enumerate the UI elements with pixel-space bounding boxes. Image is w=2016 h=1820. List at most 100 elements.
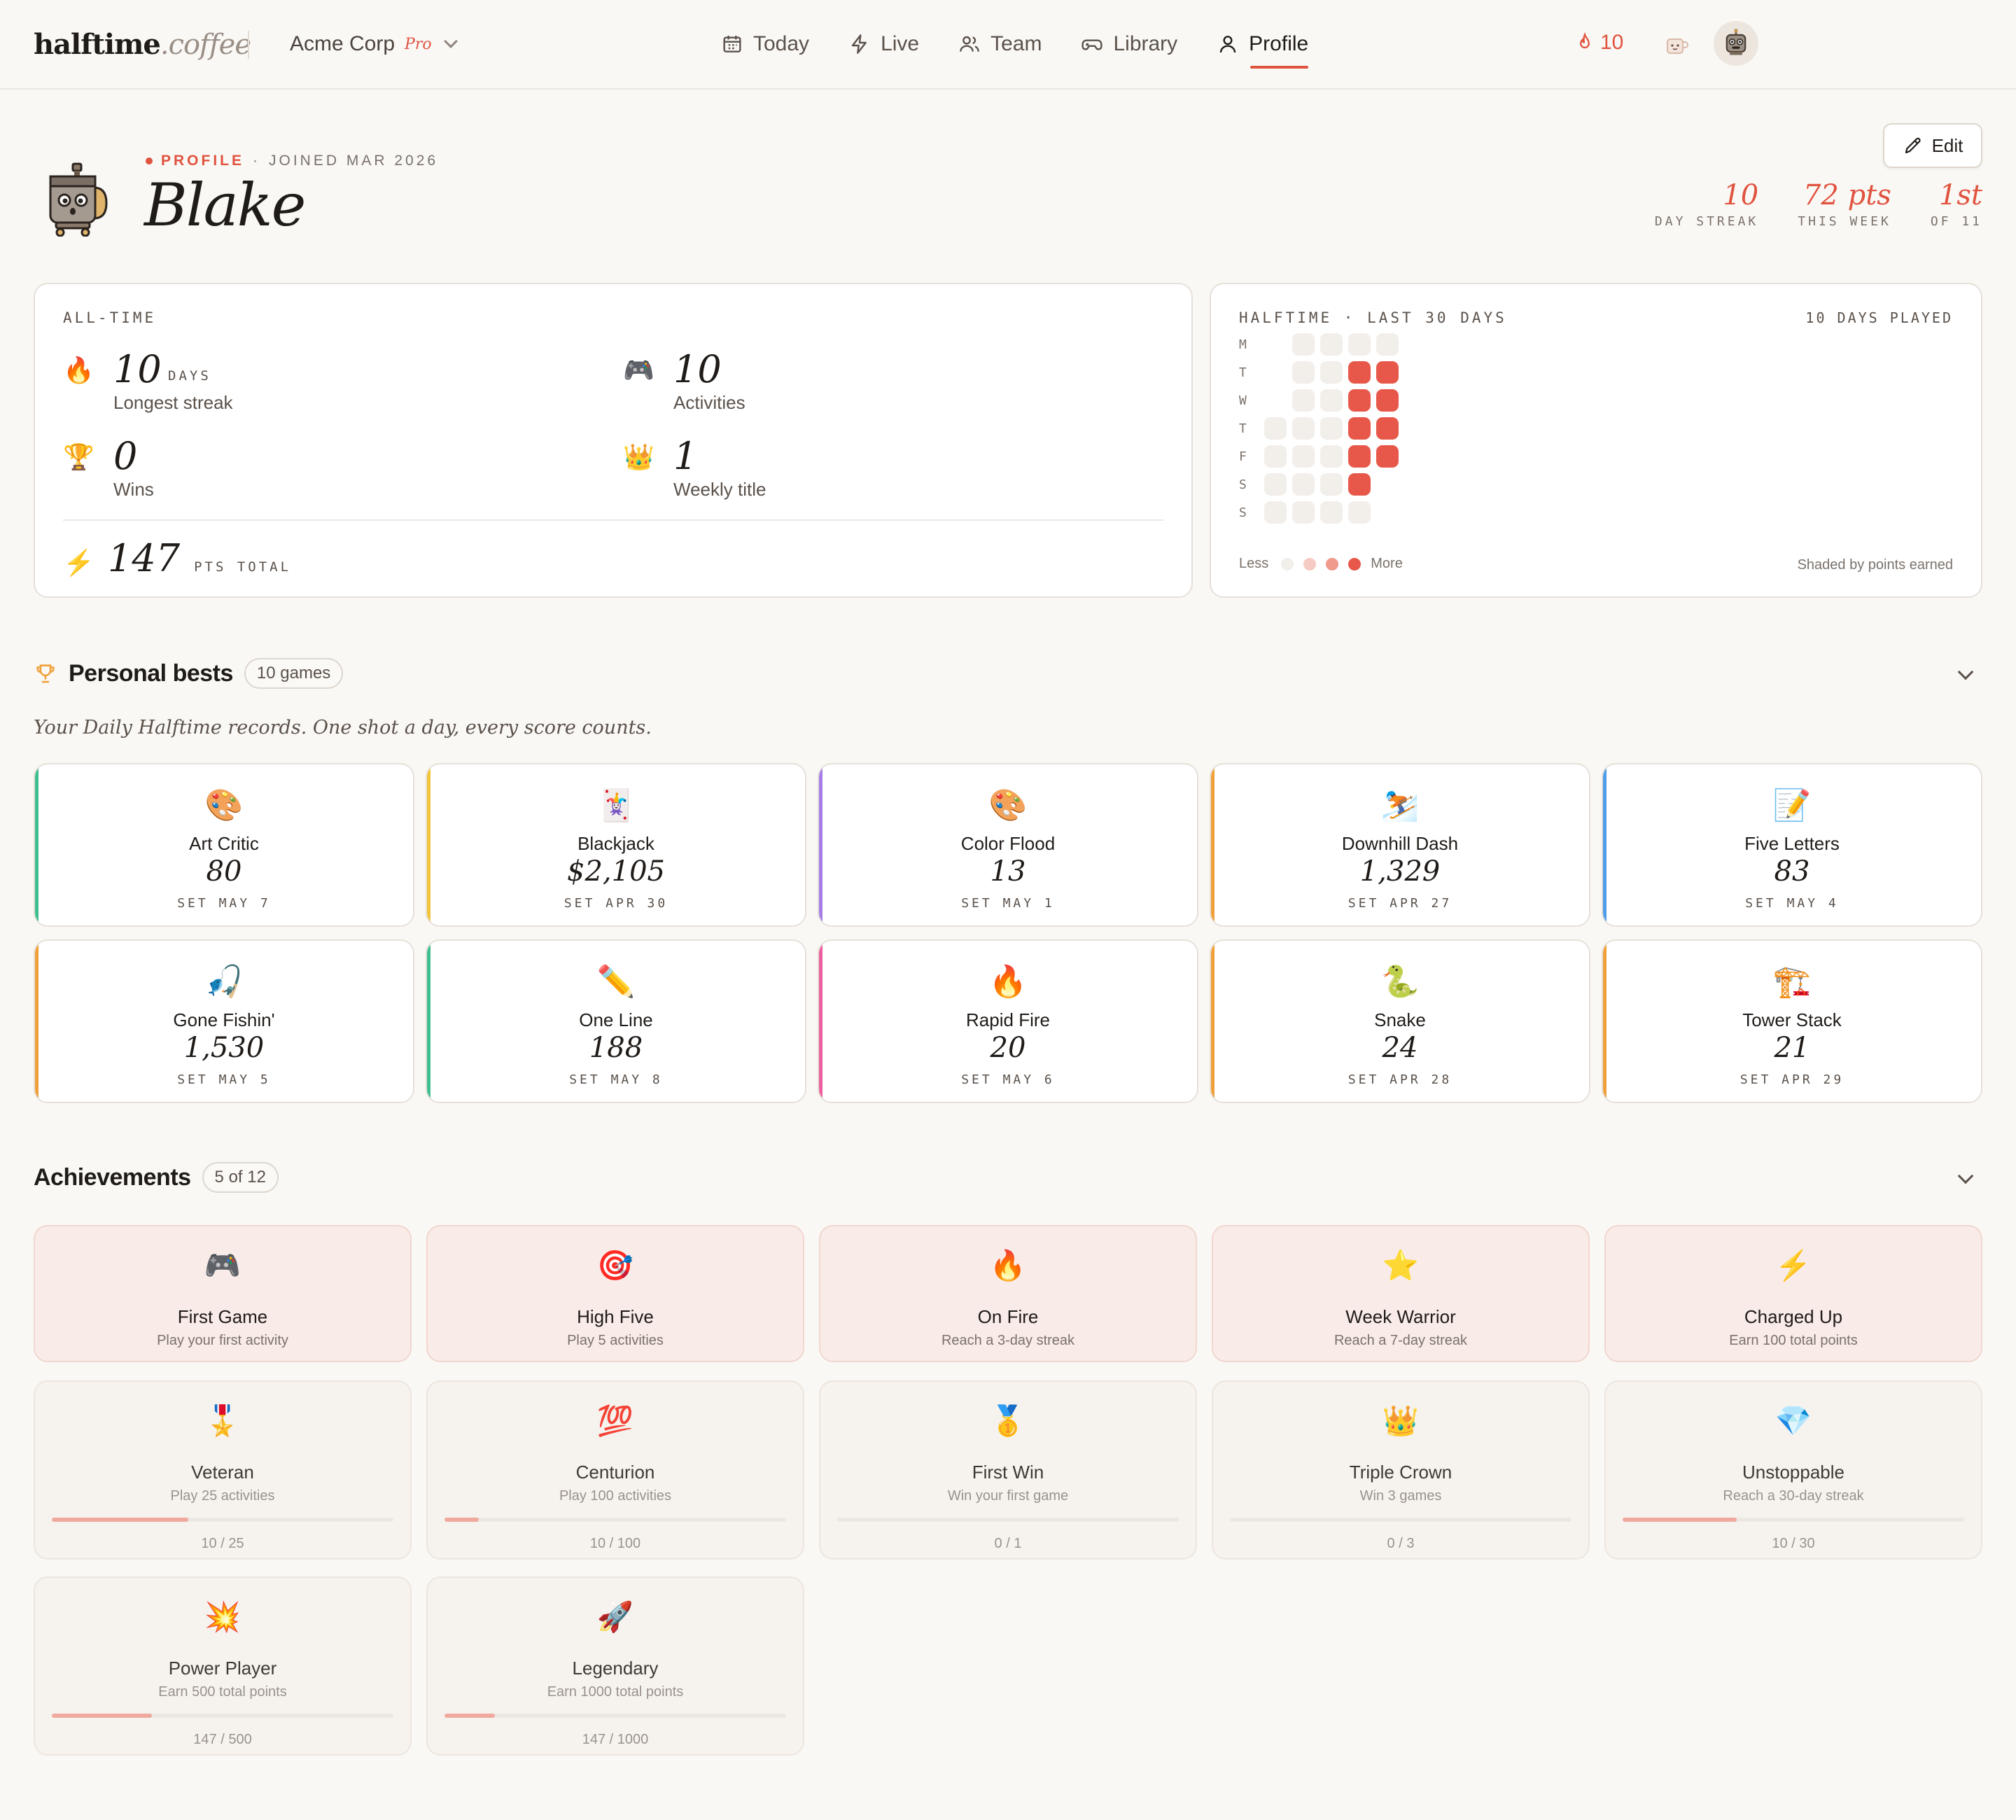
heatmap-cell[interactable] — [1348, 361, 1371, 384]
achievement-card[interactable]: 👑 Triple Crown Win 3 games 0 / 3 — [1212, 1380, 1590, 1560]
trophy-icon — [36, 664, 55, 683]
edit-profile-button[interactable]: Edit — [1883, 123, 1982, 168]
personal-best-card[interactable]: 🎨 Color Flood 13 SET MAY 1 — [818, 763, 1198, 927]
set-date: SET MAY 8 — [569, 1072, 663, 1087]
heatmap-cell[interactable] — [1264, 501, 1287, 524]
heatmap-cell[interactable] — [1376, 417, 1399, 440]
achievement-desc: Reach a 3-day streak — [941, 1333, 1075, 1348]
heatmap-cell[interactable] — [1292, 445, 1315, 468]
progress-track — [1230, 1518, 1572, 1522]
personal-best-card[interactable]: ⛷️ Downhill Dash 1,329 SET APR 27 — [1210, 763, 1590, 927]
heatmap-cell[interactable] — [1292, 389, 1315, 412]
alltime-title: ALL-TIME — [63, 309, 157, 326]
personal-best-card[interactable]: 🎨 Art Critic 80 SET MAY 7 — [34, 763, 414, 927]
heatmap-cell[interactable] — [1376, 445, 1399, 468]
heatmap-cell[interactable] — [1264, 445, 1287, 468]
profile-stats: 10 DAY STREAK 72 pts THIS WEEK 1st OF 11 — [1655, 179, 1982, 229]
progress-count: 0 / 1 — [994, 1536, 1022, 1551]
achievement-card[interactable]: 💯 Centurion Play 100 activities 10 / 100 — [426, 1380, 804, 1560]
alltime-card: ALL-TIME 🔥 10 DAYS Longest streak 🎮 10 A… — [34, 283, 1193, 598]
personal-best-card[interactable]: 🐍 Snake 24 SET APR 28 — [1210, 939, 1590, 1103]
personal-best-card[interactable]: 🎣 Gone Fishin' 1,530 SET MAY 5 — [34, 939, 414, 1103]
eyebrow-label: PROFILE — [161, 153, 245, 169]
achievement-desc: Play 100 activities — [559, 1488, 672, 1504]
achievement-card[interactable]: 🎖️ Veteran Play 25 activities 10 / 25 — [34, 1380, 412, 1560]
nav-library[interactable]: Library — [1081, 27, 1177, 62]
heatmap-cell[interactable] — [1376, 333, 1399, 356]
achievement-desc: Play 5 activities — [567, 1333, 664, 1348]
heatmap-cell[interactable] — [1320, 333, 1343, 356]
achievement-card[interactable]: 🔥 On Fire Reach a 3-day streak — [819, 1225, 1197, 1362]
personal-best-card[interactable]: 🔥 Rapid Fire 20 SET MAY 6 — [818, 939, 1198, 1103]
user-avatar[interactable] — [1714, 21, 1758, 66]
achievement-card[interactable]: ⭐ Week Warrior Reach a 7-day streak — [1212, 1225, 1590, 1362]
stat-value: 1st — [1938, 179, 1982, 211]
heatmap-cell[interactable] — [1376, 389, 1399, 412]
game-name: Snake — [1374, 1009, 1426, 1030]
heatmap-cell[interactable] — [1320, 445, 1343, 468]
heatmap-cell[interactable] — [1292, 473, 1315, 496]
chevron-down-icon[interactable] — [1957, 664, 1974, 680]
heatmap-cell[interactable] — [1292, 333, 1315, 356]
heatmap-cell[interactable] — [1348, 417, 1371, 440]
personal-best-card[interactable]: ✏️ One Line 188 SET MAY 8 — [426, 939, 806, 1103]
nav-live[interactable]: Live — [848, 27, 919, 62]
heatmap-day-label: S — [1239, 477, 1247, 492]
brand-logo[interactable]: halftime.coffee — [34, 28, 251, 61]
personal-bests-header[interactable]: Personal bests 10 games — [34, 658, 344, 689]
personal-best-card[interactable]: 🏗️ Tower Stack 21 SET APR 29 — [1602, 939, 1982, 1103]
nav-profile[interactable]: Profile — [1217, 27, 1309, 69]
heatmap-cell[interactable] — [1292, 417, 1315, 440]
heatmap-cell[interactable] — [1320, 473, 1343, 496]
total-unit: PTS TOTAL — [194, 559, 292, 575]
achievement-icon: ⚡ — [1774, 1249, 1812, 1282]
achievement-card[interactable]: 🎮 First Game Play your first activity — [34, 1225, 412, 1362]
game-icon: ✏️ — [596, 965, 636, 999]
achievement-card[interactable]: 🚀 Legendary Earn 1000 total points 147 / 10… — [426, 1576, 804, 1756]
calendar-icon — [723, 36, 741, 52]
progress-track — [52, 1518, 393, 1522]
header-streak[interactable]: 10 — [1575, 31, 1623, 55]
chevron-down-icon[interactable] — [1957, 1168, 1974, 1184]
achievement-icon: 🎖️ — [204, 1404, 241, 1437]
personal-best-card[interactable]: 📝 Five Letters 83 SET MAY 4 — [1602, 763, 1982, 927]
org-switcher[interactable]: Acme Corp Pro — [290, 32, 458, 56]
coffee-cup-icon[interactable] — [1665, 32, 1690, 57]
heatmap-cell[interactable] — [1320, 417, 1343, 440]
game-icon: 🔥 — [988, 965, 1028, 999]
achievement-card[interactable]: ⚡ Charged Up Earn 100 total points — [1604, 1225, 1982, 1362]
edit-label: Edit — [1931, 134, 1963, 156]
progress-fill — [444, 1518, 479, 1522]
count-badge: 5 of 12 — [202, 1162, 279, 1193]
nav-today[interactable]: Today — [721, 27, 809, 62]
heatmap-cell[interactable] — [1320, 501, 1343, 524]
heatmap-cell[interactable] — [1376, 361, 1399, 384]
heatmap-cell[interactable] — [1264, 417, 1287, 440]
achievement-card[interactable]: 💥 Power Player Earn 500 total points 147 / … — [34, 1576, 412, 1756]
heatmap-cell[interactable] — [1320, 389, 1343, 412]
heatmap-cell[interactable] — [1348, 473, 1371, 496]
achievements-header[interactable]: Achievements 5 of 12 — [34, 1162, 279, 1193]
heatmap-cell[interactable] — [1348, 389, 1371, 412]
profile-name: Blake — [144, 171, 306, 239]
top-nav: halftime.coffee Acme Corp Pro Today Live… — [0, 0, 2016, 90]
heatmap-cell[interactable] — [1348, 333, 1371, 356]
org-name: Acme Corp — [290, 32, 396, 55]
nav-team[interactable]: Team — [958, 27, 1042, 62]
heatmap-cell[interactable] — [1320, 361, 1343, 384]
heatmap-cell[interactable] — [1348, 501, 1371, 524]
achievement-card[interactable]: 🥇 First Win Win your first game 0 / 1 — [819, 1380, 1197, 1560]
stat-unit: DAYS — [168, 368, 211, 384]
achievement-card[interactable]: 🎯 High Five Play 5 activities — [426, 1225, 804, 1362]
stat-day-streak: 10 DAY STREAK — [1655, 179, 1758, 229]
personal-best-card[interactable]: 🃏 Blackjack $2,105 SET APR 30 — [426, 763, 806, 927]
heatmap-day-label: T — [1239, 421, 1247, 436]
heatmap-cell[interactable] — [1292, 361, 1315, 384]
stat-label: OF 11 — [1930, 214, 1982, 229]
heatmap-cell[interactable] — [1348, 445, 1371, 468]
achievement-icon: 🔥 — [989, 1249, 1027, 1282]
heatmap-cell[interactable] — [1264, 473, 1287, 496]
heatmap-cell[interactable] — [1292, 501, 1315, 524]
game-icon: 📝 — [1772, 788, 1812, 822]
achievement-card[interactable]: 💎 Unstoppable Reach a 30-day streak 10 / 30 — [1604, 1380, 1982, 1560]
